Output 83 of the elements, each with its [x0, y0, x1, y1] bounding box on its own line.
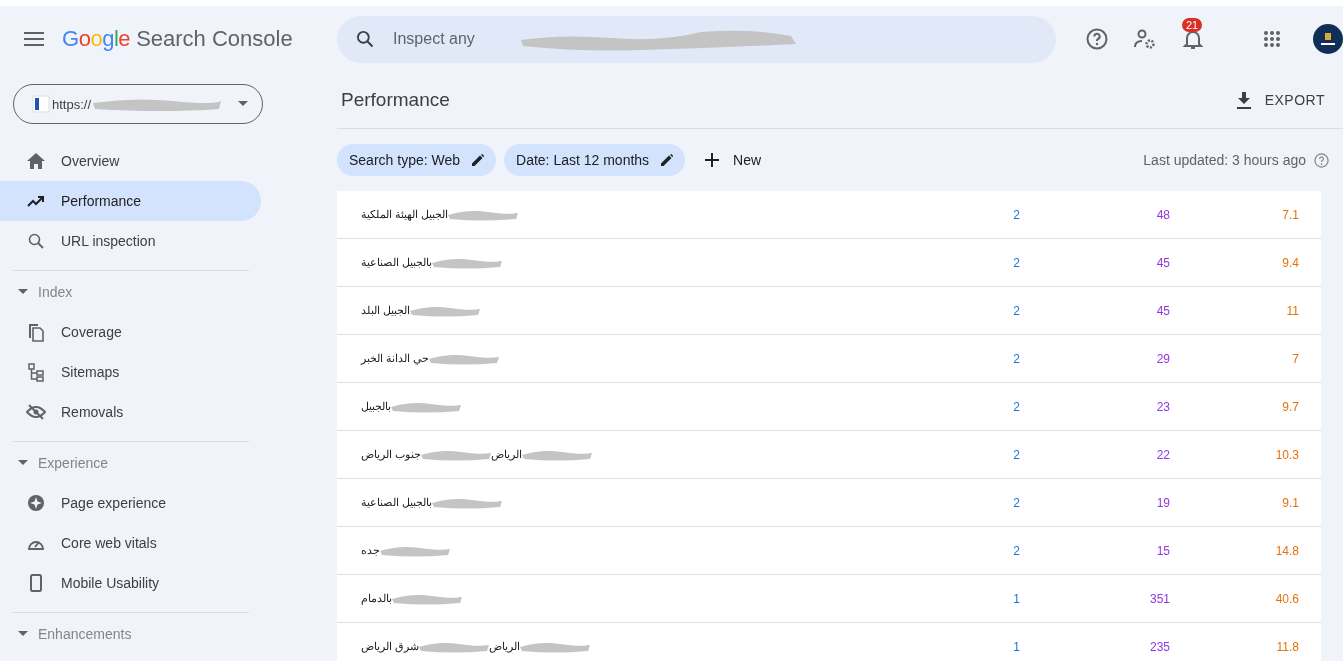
help-icon[interactable] [1085, 27, 1109, 51]
user-settings-icon[interactable] [1133, 27, 1157, 51]
search-field[interactable]: Inspect any [393, 30, 503, 48]
caret-icon [18, 288, 28, 295]
dropdown-caret-icon [238, 101, 248, 107]
query-text: الرياض [491, 448, 523, 461]
download-icon [1236, 91, 1251, 109]
table-cell-text: 7.1 [1281, 207, 1299, 222]
help-icon[interactable] [1314, 152, 1329, 168]
table-cell-text: 1 [1012, 591, 1020, 606]
nav-item[interactable]: Removals [0, 392, 261, 432]
filter-chip[interactable]: Search type: Web [337, 144, 497, 176]
table-cell-text: 15 [1155, 543, 1170, 558]
home-icon [26, 153, 46, 169]
table-cell-text: 1 [1012, 639, 1020, 654]
caret-icon [18, 459, 28, 466]
eye-off-icon [26, 404, 46, 420]
search-icon [355, 29, 375, 49]
nav-item[interactable]: Overview [0, 141, 261, 181]
nav-item[interactable]: Mobile Usability [0, 563, 261, 603]
table-cell-text: 9.7 [1281, 399, 1299, 414]
table-cell-text: 19 [1155, 495, 1170, 510]
query-text: بالجبيل [361, 400, 391, 413]
query-text: الجبيل البلد [361, 304, 411, 317]
table-cell-text: 48 [1155, 207, 1170, 222]
new-filter-button[interactable]: New [693, 152, 774, 168]
table-cell-text: 7 [1291, 351, 1299, 366]
caret-icon [18, 630, 28, 637]
table-cell-text: 2 [1012, 543, 1020, 558]
table-cell-text: 14.8 [1274, 543, 1299, 558]
menu-icon[interactable] [24, 32, 44, 46]
table-cell-text: 40.6 [1274, 591, 1299, 606]
plus-icon [705, 153, 720, 167]
notification-badge: 21 [1182, 18, 1203, 32]
table-cell-text: 10.3 [1274, 447, 1299, 462]
table-cell-text: 2 [1012, 351, 1020, 366]
table-cell-text: 45 [1155, 255, 1170, 270]
search-icon [26, 233, 46, 249]
table-cell-text: 11 [1285, 303, 1299, 318]
query-text: جنوب الرياض [361, 448, 422, 461]
table-cell-text: 2 [1012, 303, 1020, 318]
table-cell-text: 9.4 [1281, 255, 1299, 270]
edit-icon [661, 154, 674, 166]
table-cell-text: 11.8 [1275, 639, 1299, 654]
account-avatar[interactable] [1313, 24, 1343, 54]
table-cell-text: 22 [1155, 447, 1170, 462]
star-badge-icon [26, 494, 46, 512]
table-cell-text: 2 [1012, 207, 1020, 222]
table-cell-text: 235 [1148, 639, 1170, 654]
nav-item[interactable]: Coverage [0, 312, 261, 352]
edit-icon [472, 154, 485, 166]
table-cell-text: 2 [1012, 399, 1020, 414]
query-text: الرياض [489, 640, 521, 653]
table-cell-text: 2 [1012, 255, 1020, 270]
query-text: بالجبيل الصناعية [361, 496, 433, 509]
export-button[interactable]: EXPORT [1230, 90, 1331, 110]
nav-item[interactable]: Page experience [0, 483, 261, 523]
sitemap-icon [26, 362, 46, 382]
query-text: بالدمام [361, 592, 392, 605]
table-cell-text: 23 [1155, 399, 1170, 414]
nav-item[interactable]: URL inspection [0, 221, 261, 261]
trending-up-icon [26, 195, 46, 207]
site-icon [32, 95, 50, 113]
query-text: بالجبيل الصناعية [361, 256, 433, 269]
nav-item[interactable]: Sitemaps [0, 352, 261, 392]
page-title: Performance [341, 89, 450, 111]
query-text: شرق الرياض [361, 640, 420, 653]
apps-grid-icon[interactable] [1263, 30, 1281, 48]
query-text: جده [361, 544, 380, 557]
query-text: حي الدانة الخبر [361, 352, 430, 365]
table-cell-text: 2 [1012, 495, 1020, 510]
table-cell-text: 29 [1155, 351, 1170, 366]
app-logo: Google Search Console [62, 26, 293, 52]
table-cell-text: 2 [1012, 447, 1020, 462]
table-cell-text: 45 [1155, 303, 1170, 318]
table-cell-text: 351 [1148, 591, 1170, 606]
table-cell-text: 9.1 [1281, 495, 1299, 510]
nav-item[interactable]: Core web vitals [0, 523, 261, 563]
filter-chip[interactable]: Date: Last 12 months [504, 144, 686, 176]
pages-icon [26, 322, 46, 342]
last-updated-text: Last updated: 3 hours ago [1143, 152, 1306, 168]
nav-item[interactable]: Performance [0, 181, 261, 221]
query-text: الجبيل الهيئة الملكية [361, 208, 449, 221]
